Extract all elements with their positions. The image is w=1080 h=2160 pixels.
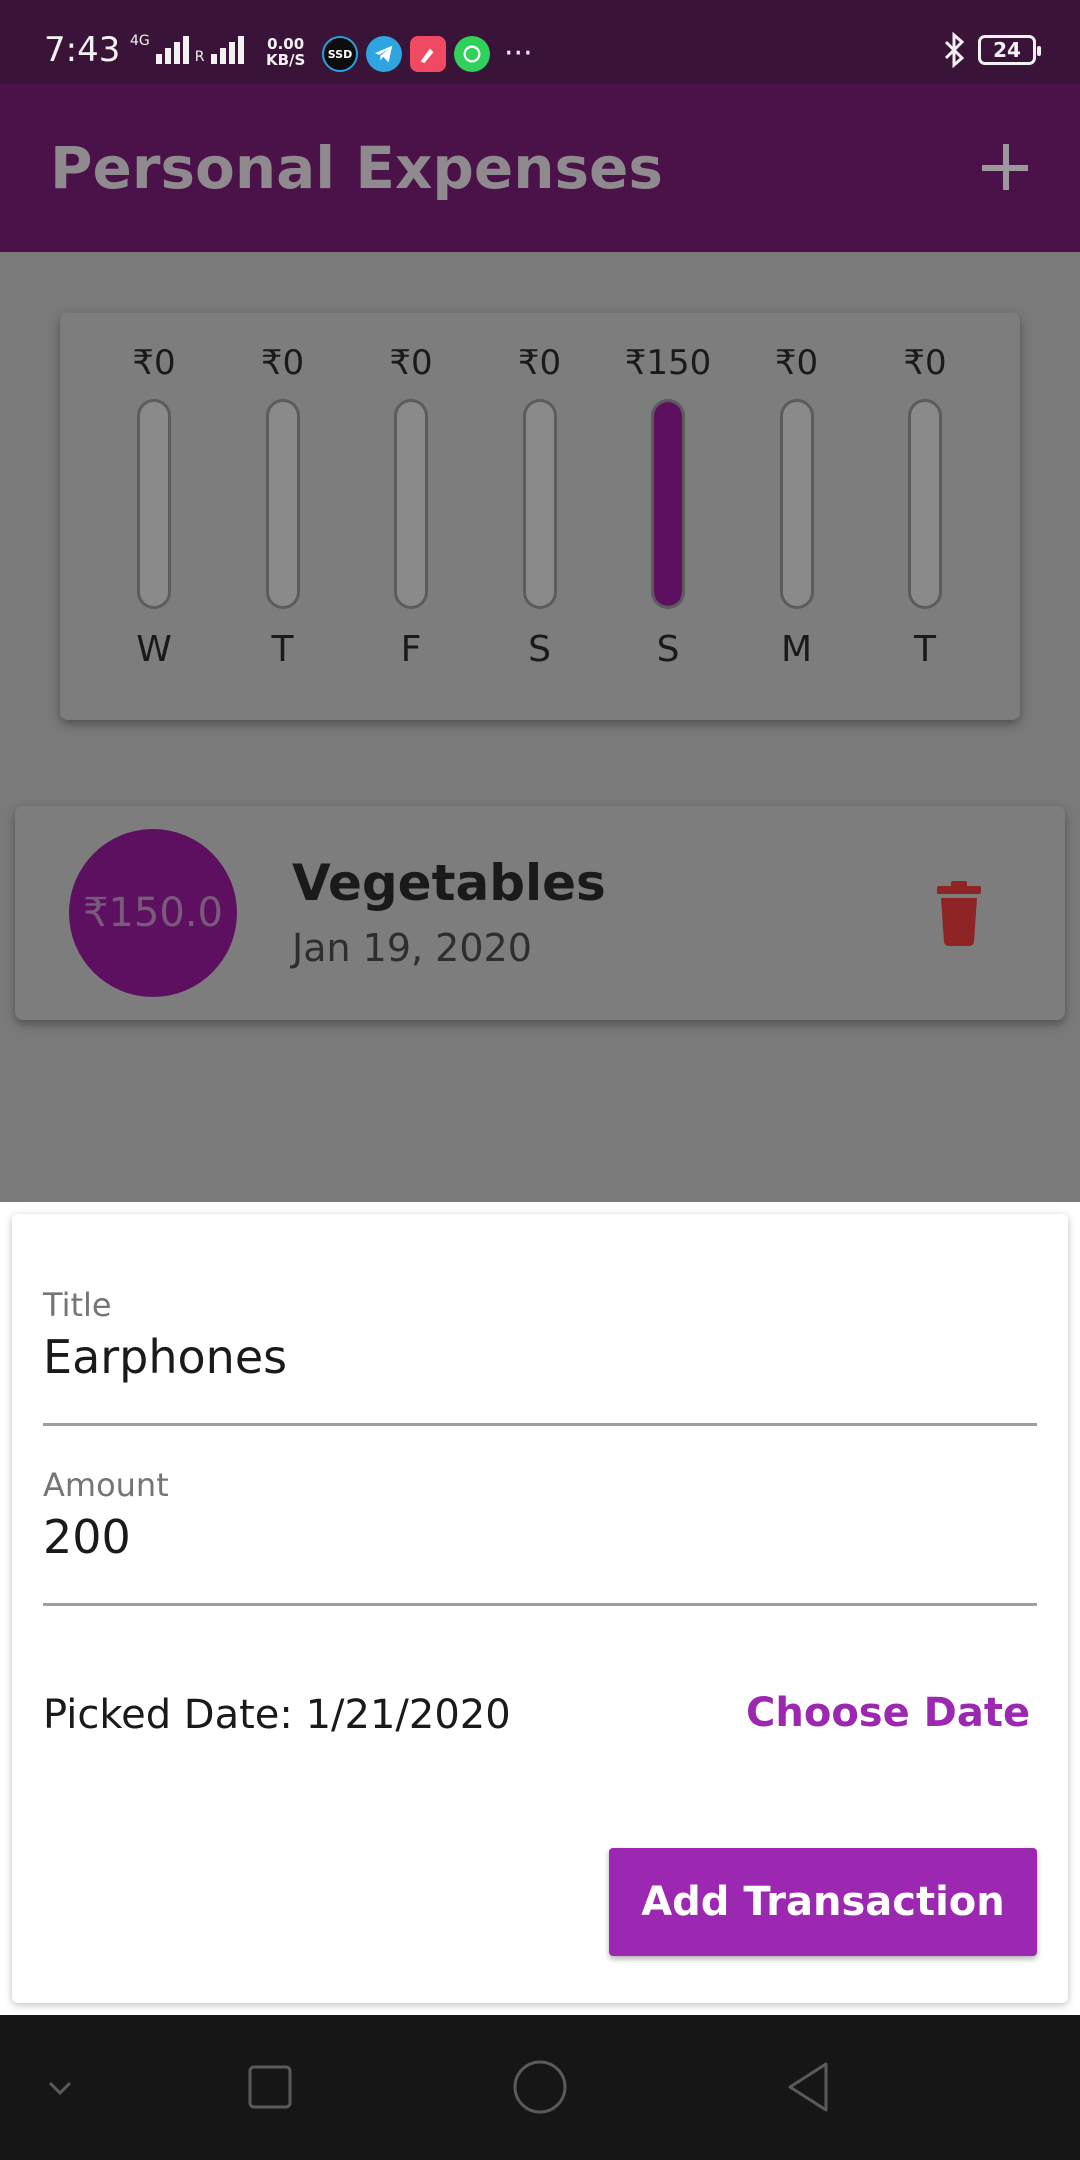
- recent-apps-icon[interactable]: [238, 2055, 302, 2119]
- signal-icon: [155, 34, 189, 64]
- chart-day-label: T: [271, 629, 294, 670]
- picked-date-text: Picked Date: 1/21/2020: [43, 1692, 511, 1738]
- chart-day-label: T: [914, 629, 936, 670]
- transaction-amount: ₹150.0: [83, 890, 223, 936]
- amount-field[interactable]: Amount: [43, 1466, 1037, 1606]
- battery-icon: 24: [978, 35, 1041, 65]
- chart-day-label: S: [656, 629, 680, 670]
- chart-day-amount: ₹0: [774, 343, 819, 383]
- chart-day-amount: ₹0: [517, 343, 562, 383]
- chart-day-column: ₹0 T: [228, 341, 338, 670]
- chevron-down-icon[interactable]: [28, 2055, 92, 2119]
- amount-input[interactable]: [43, 1510, 1037, 1564]
- more-notifications-icon: ···: [504, 36, 533, 71]
- system-navigation-bar: [0, 2015, 1080, 2160]
- network-type: 4G: [130, 33, 150, 49]
- title-field[interactable]: Title: [43, 1286, 1037, 1426]
- delete-icon[interactable]: [923, 878, 995, 950]
- title-field-label: Title: [43, 1286, 112, 1324]
- add-transaction-button[interactable]: Add Transaction: [609, 1848, 1037, 1956]
- chart-day-column: ₹0 W: [99, 341, 209, 670]
- chart-bar: [522, 399, 557, 609]
- ssd-icon: SSD: [322, 36, 358, 72]
- chart-bar: [908, 399, 942, 609]
- network-indicator: 4G R: [130, 34, 244, 64]
- transaction-item: ₹150.0 Vegetables Jan 19, 2020: [15, 806, 1065, 1020]
- new-transaction-form: Title Amount Picked Date: 1/21/2020 Choo…: [12, 1214, 1068, 2003]
- chart-bar-fill: [654, 402, 682, 606]
- chart-day-column: ₹0 F: [356, 341, 466, 670]
- chart-day-label: M: [780, 629, 813, 670]
- transaction-title: Vegetables: [292, 854, 606, 912]
- notification-icons: SSD ···: [322, 36, 533, 72]
- title-input[interactable]: [43, 1330, 1037, 1384]
- roaming-indicator: R: [194, 49, 205, 65]
- whatsapp-icon: [454, 36, 490, 72]
- home-icon[interactable]: [508, 2055, 572, 2119]
- chart-bar: [137, 399, 171, 609]
- app-icon: [410, 36, 446, 72]
- chart-day-column: ₹0 M: [742, 341, 852, 670]
- chart-day-label: S: [528, 629, 551, 670]
- chart-day-amount: ₹0: [389, 343, 433, 383]
- plus-icon[interactable]: [976, 138, 1036, 198]
- chart-day-label: F: [400, 629, 422, 670]
- chart-day-amount: ₹150: [624, 343, 712, 383]
- page-title: Personal Expenses: [50, 134, 663, 202]
- bluetooth-icon: [944, 32, 965, 68]
- weekly-chart: ₹0 W ₹0 T ₹0 F ₹0 S ₹150 S ₹0 M ₹0 T: [60, 313, 1020, 720]
- back-icon[interactable]: [778, 2055, 842, 2119]
- network-speed: 0.00 KB/S: [266, 35, 306, 69]
- chart-bar: [394, 399, 428, 609]
- transaction-date: Jan 19, 2020: [292, 926, 532, 970]
- chart-day-column: ₹0 T: [870, 341, 980, 670]
- chart-day-amount: ₹0: [260, 343, 305, 383]
- status-bar: 7:43 4G R 0.00 KB/S SSD ··· 24: [0, 0, 1080, 84]
- chart-bar: [265, 399, 300, 609]
- telegram-icon: [366, 36, 402, 72]
- chart-day-column: ₹150 S: [613, 341, 723, 670]
- status-right: 24: [942, 32, 1041, 68]
- chart-day-column: ₹0 S: [485, 341, 595, 670]
- choose-date-button[interactable]: Choose Date: [726, 1684, 1050, 1742]
- transaction-amount-avatar: ₹150.0: [69, 829, 237, 997]
- amount-field-label: Amount: [43, 1466, 169, 1504]
- chart-day-amount: ₹0: [132, 343, 176, 383]
- app-bar: Personal Expenses: [0, 84, 1080, 252]
- chart-bar: [779, 399, 814, 609]
- signal-icon: [210, 34, 244, 64]
- chart-bar: [651, 399, 685, 609]
- status-time: 7:43: [44, 30, 121, 70]
- chart-day-amount: ₹0: [903, 343, 947, 383]
- chart-day-label: W: [136, 629, 172, 670]
